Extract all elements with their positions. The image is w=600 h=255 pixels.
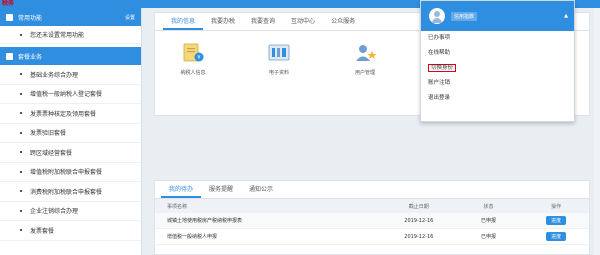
row-deadline: 2019-12-16 (404, 217, 434, 224)
row-status: 已申报 (480, 234, 496, 240)
column-header-deadline: 截止日期 (408, 203, 429, 210)
e-documents-label: 电子资料 (268, 70, 289, 76)
bullet-icon (20, 151, 22, 154)
sidebar-item[interactable]: 发票套餐 (0, 221, 141, 241)
sidebar-item[interactable]: 发票验旧套餐 (0, 124, 141, 143)
sidebar-item-label: 跨区域经营套餐 (30, 149, 73, 157)
tab-interaction[interactable]: 互动中心 (283, 13, 323, 30)
sidebar-item-label: 增值税附加税联合申报套餐 (30, 169, 103, 177)
sidebar-item-label: 发票票种核定及领用套餐 (30, 110, 97, 118)
menu-item-label: 账户注销 (428, 80, 451, 86)
common-functions-title: 常用功能 (18, 14, 43, 22)
sidebar-item[interactable]: 基础业务综合办理 (0, 65, 141, 85)
column-header-status: 状态 (483, 203, 494, 210)
svg-text:¥: ¥ (197, 55, 200, 61)
username-label: 信用指数 (451, 11, 478, 21)
user-dropdown-menu: 信用指数 ▲ 已办事项 在线帮助 切换身份 账户注销 退出登录 (420, 0, 575, 122)
sidebar-item[interactable]: 企业注销综合办理 (0, 202, 141, 221)
package-business-title: 套餐业务 (18, 53, 43, 61)
avatar (429, 8, 445, 24)
package-icon (6, 52, 13, 60)
menu-item-label: 切换身份 (428, 64, 457, 72)
chevron-up-icon: ▲ (564, 13, 568, 19)
tab-my-todo[interactable]: 我的待办 (161, 181, 202, 198)
menu-item-switch-identity[interactable]: 切换身份 (421, 61, 574, 76)
todo-panel: 我的待办 服务提醒 通知公示 事项名称 截止日期 状态 操作 城镇土地使用税房产… (154, 180, 590, 255)
menu-item-label: 在线帮助 (428, 50, 451, 56)
tab-tax-handling[interactable]: 我要办税 (203, 13, 243, 30)
progress-button[interactable]: 进度 (546, 232, 567, 241)
sidebar-item[interactable]: 跨区域经营套餐 (0, 143, 141, 163)
tab-my-info[interactable]: 我的信息 (163, 13, 204, 30)
menu-item-account-cancel[interactable]: 账户注销 (421, 76, 574, 91)
bullet-icon (20, 209, 22, 212)
e-documents-link[interactable]: 电子资料 (257, 41, 301, 76)
sidebar-item-label: 消费税附加税联合申报套餐 (30, 188, 103, 196)
sidebar-item[interactable]: 发票票种核定及领用套餐 (0, 104, 141, 124)
row-deadline: 2019-12-16 (404, 233, 434, 240)
user-dropdown-header[interactable]: 信用指数 ▲ (421, 1, 574, 31)
user-management-icon (352, 41, 378, 65)
menu-item-completed[interactable]: 已办事项 (421, 31, 574, 46)
row-name: 城镇土地使用税房产税纳税申报表 (167, 218, 243, 224)
sidebar-item-label: 企业注销综合办理 (30, 208, 79, 216)
table-row: 城镇土地使用税房产税纳税申报表 2019-12-16 已申报 进度 (155, 213, 589, 229)
e-documents-icon (266, 41, 292, 65)
settings-link[interactable]: 设置 (125, 14, 135, 21)
sidebar-item-label: 增值税一般纳税人登记套餐 (30, 91, 103, 99)
taxpayer-info-label: 纳税人信息 (180, 70, 206, 76)
user-management-label: 用户管理 (354, 70, 375, 76)
taxpayer-info-link[interactable]: ¥ 纳税人信息 (171, 41, 215, 76)
bullet-icon (20, 190, 22, 193)
bullet-icon (20, 131, 22, 134)
menu-item-online-help[interactable]: 在线帮助 (421, 46, 574, 61)
table-row: 增值税一般纳税人申报 2019-12-16 已申报 进度 (155, 229, 589, 245)
sidebar-item-label: 基础业务综合办理 (30, 71, 79, 79)
user-management-link[interactable]: 用户管理 (343, 41, 387, 76)
row-name: 增值税一般纳税人申报 (167, 234, 218, 240)
package-business-header[interactable]: 套餐业务 (0, 47, 141, 65)
scrollbar[interactable] (594, 8, 600, 255)
menu-item-label: 已办事项 (428, 35, 451, 41)
column-header-action: 操作 (551, 203, 562, 210)
bullet-icon (20, 170, 22, 173)
bullet-icon (20, 112, 22, 115)
star-icon (6, 13, 13, 21)
table-header: 事项名称 截止日期 状态 操作 (155, 199, 589, 213)
menu-item-logout[interactable]: 退出登录 (421, 91, 574, 106)
tab-notices[interactable]: 通知公示 (241, 181, 281, 198)
sidebar-item-label: 您还未设置常用功能 (30, 32, 85, 39)
sidebar-item-label: 发票验旧套餐 (30, 130, 67, 138)
column-header-name: 事项名称 (167, 203, 188, 210)
bullet-icon (20, 92, 22, 95)
tab-query[interactable]: 我要查询 (243, 13, 283, 30)
sidebar-item-label: 发票套餐 (30, 227, 55, 235)
tab-service-reminder[interactable]: 服务提醒 (201, 181, 241, 198)
logo-text: 税务 (2, 0, 15, 7)
todo-tabs: 我的待办 服务提醒 通知公示 (155, 181, 589, 199)
tab-public-service[interactable]: 公众服务 (323, 13, 363, 30)
sidebar-item-empty: 您还未设置常用功能 (0, 26, 141, 44)
taxpayer-info-icon: ¥ (180, 41, 206, 65)
sidebar-item[interactable]: 消费税附加税联合申报套餐 (0, 182, 141, 202)
row-status: 已申报 (480, 218, 496, 224)
bullet-icon (20, 33, 22, 36)
sidebar-item[interactable]: 增值税附加税联合申报套餐 (0, 163, 141, 182)
progress-button[interactable]: 进度 (546, 216, 567, 225)
bullet-icon (20, 229, 22, 232)
bullet-icon (20, 73, 22, 76)
common-functions-header[interactable]: 常用功能 设置 (0, 8, 141, 26)
sidebar: 常用功能 设置 您还未设置常用功能 套餐业务 基础业务综合办理 增值税一般纳税人… (0, 8, 142, 255)
sidebar-item[interactable]: 增值税一般纳税人登记套餐 (0, 85, 141, 104)
menu-item-label: 退出登录 (428, 95, 451, 101)
